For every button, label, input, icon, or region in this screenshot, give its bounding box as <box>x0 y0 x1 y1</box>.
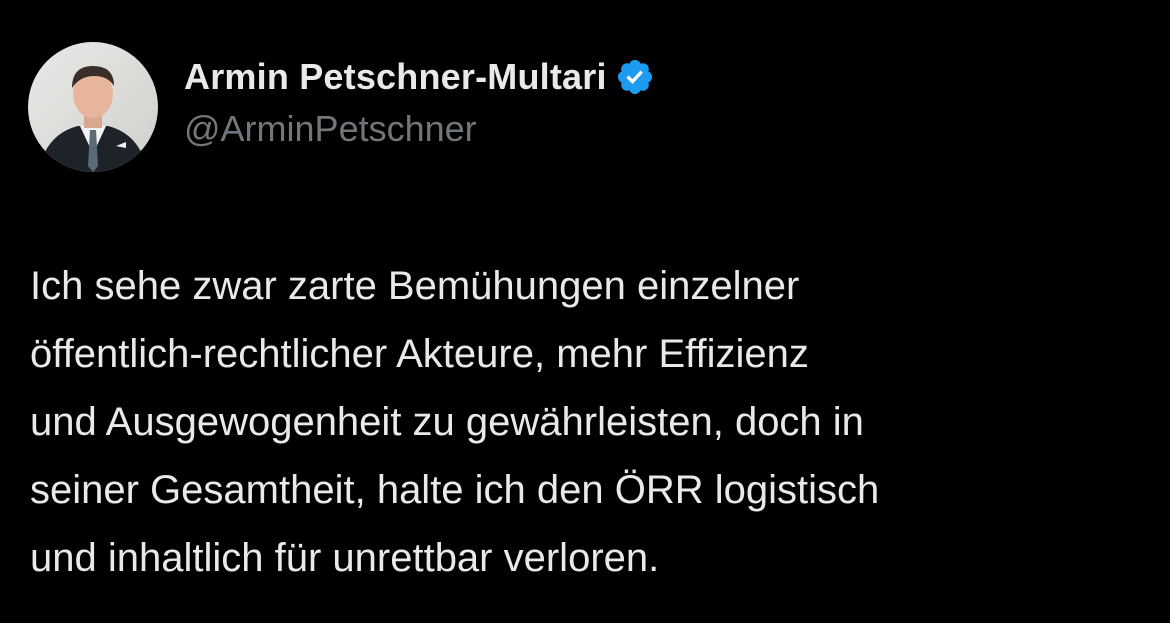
avatar[interactable] <box>28 42 158 172</box>
tweet-text: Ich sehe zwar zarte Bemühungen einzelner… <box>30 252 1140 592</box>
tweet-text-line: öffentlich-rechtlicher Akteure, mehr Eff… <box>30 332 809 376</box>
tweet-text-line: seiner Gesamtheit, halte ich den ÖRR log… <box>30 468 880 512</box>
avatar-photo <box>28 42 158 172</box>
tweet-card: Armin Petschner-Multari @ArminPetschner … <box>0 0 1170 623</box>
verified-badge-icon <box>615 57 655 97</box>
tweet-text-line: und Ausgewogenheit zu gewährleisten, doc… <box>30 400 864 444</box>
author-handle[interactable]: @ArminPetschner <box>184 108 477 150</box>
tweet-text-line: Ich sehe zwar zarte Bemühungen einzelner <box>30 264 800 308</box>
tweet-text-line: und inhaltlich für unrettbar verloren. <box>30 536 660 580</box>
author-display-name[interactable]: Armin Petschner-Multari <box>184 56 607 98</box>
author-name-row: Armin Petschner-Multari <box>184 52 655 102</box>
